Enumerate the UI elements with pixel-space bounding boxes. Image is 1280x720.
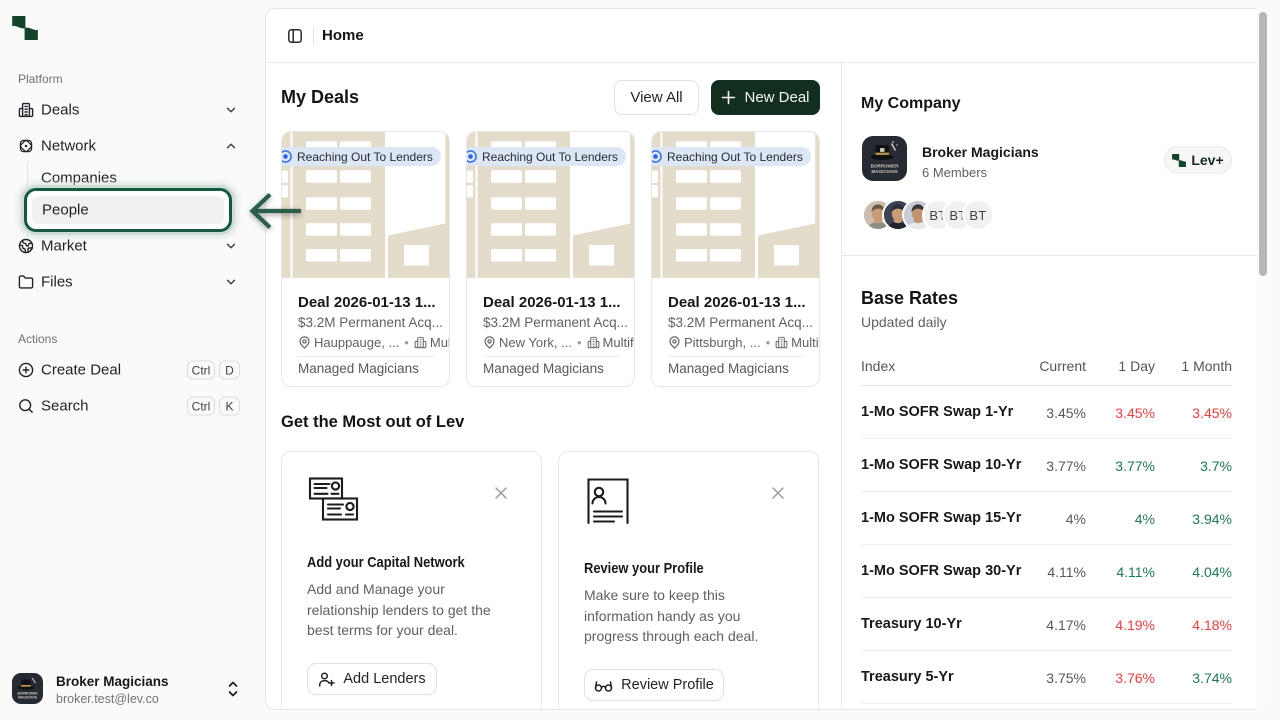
svg-text:BORROWER: BORROWER [871, 164, 899, 169]
svg-text:MAGICIANS: MAGICIANS [871, 169, 897, 174]
svg-text:MAGICIANS: MAGICIANS [18, 696, 38, 700]
